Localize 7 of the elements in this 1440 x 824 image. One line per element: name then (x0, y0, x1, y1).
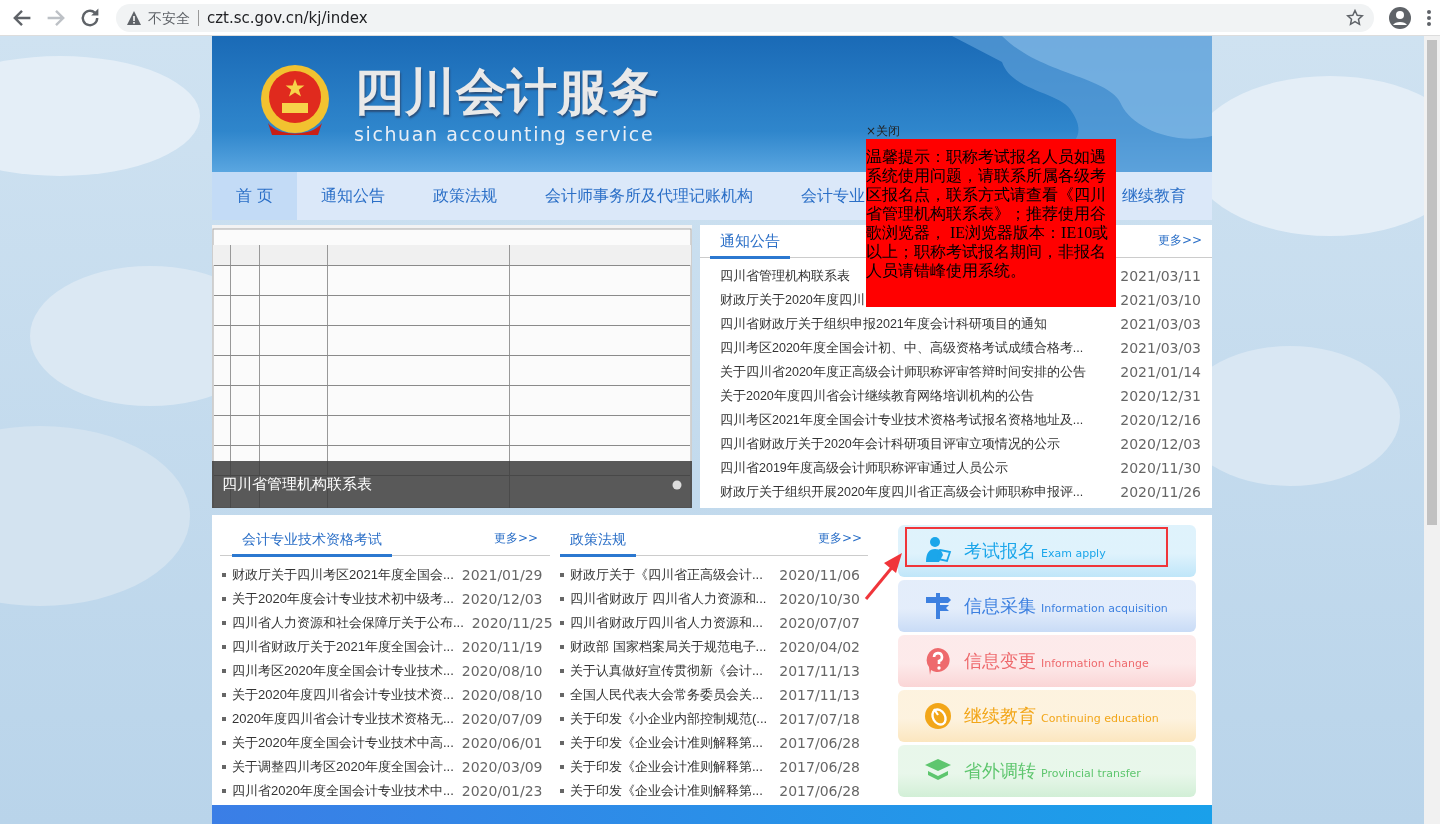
url-text: czt.sc.gov.cn/kj/index (207, 8, 368, 27)
warning-icon (126, 9, 142, 26)
profile-avatar[interactable] (1388, 5, 1412, 30)
star-icon[interactable] (1346, 8, 1364, 27)
security-label: 不安全 (148, 9, 199, 26)
address-bar[interactable]: 不安全 czt.sc.gov.cn/kj/index (116, 3, 1374, 32)
menu-icon[interactable] (1426, 8, 1432, 27)
